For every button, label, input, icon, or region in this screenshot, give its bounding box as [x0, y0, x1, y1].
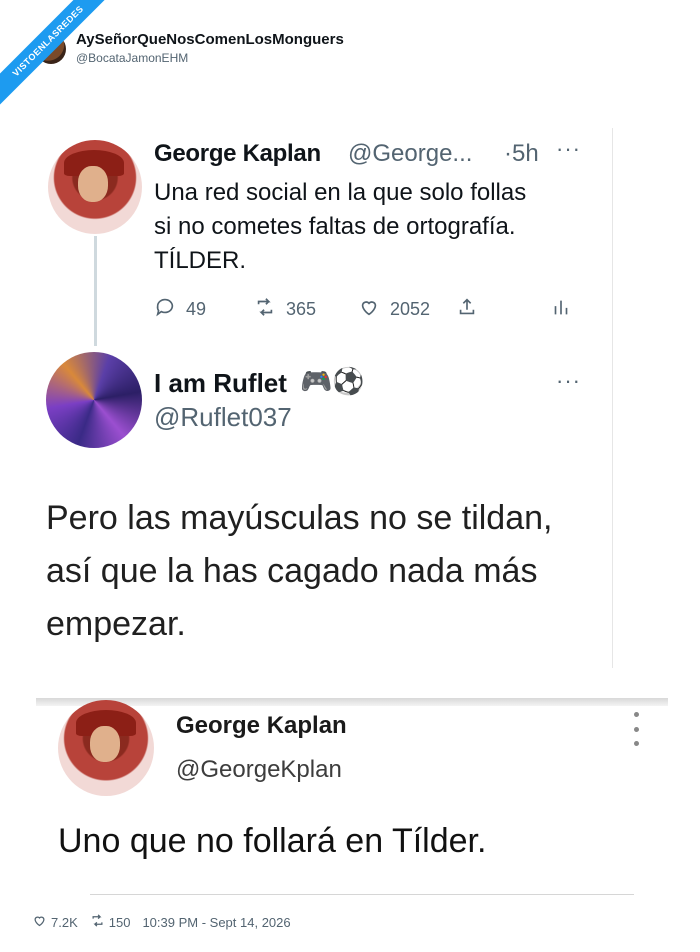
george-kaplan-avatar — [58, 700, 154, 796]
avatar-face — [90, 726, 120, 762]
tweet3-text: Uno que no follará en Tílder. — [58, 822, 487, 860]
reply-count: 49 — [186, 299, 207, 319]
retweet-count: 365 — [286, 299, 317, 319]
tweet1-handle: @George... — [348, 140, 473, 167]
tweet2-emoji: 🎮⚽ — [300, 366, 365, 396]
tweet1-name: George Kaplan — [154, 140, 321, 167]
like-icon — [32, 913, 47, 931]
tweet1-time: ·5h — [504, 140, 539, 167]
tweet2-name: I am Ruflet — [154, 368, 287, 398]
footer-retweet-count: 150 — [108, 914, 131, 930]
retweet-action: 365 — [254, 296, 316, 323]
more-icon — [626, 712, 646, 746]
reply-icon — [154, 296, 176, 323]
ribbon-label: VISTOENLASREDES — [0, 0, 110, 110]
post-timestamp[interactable]: 10:39 PM - Sept 14, 2026 — [142, 915, 290, 930]
divider — [90, 894, 634, 895]
george-kaplan-avatar — [48, 140, 142, 234]
screenshot-divider — [36, 698, 668, 706]
like-icon — [358, 296, 380, 323]
footer-like-button[interactable]: 7.2K — [32, 913, 78, 931]
footer-retweet-button[interactable]: 150 — [90, 913, 131, 931]
post-footer: 7.2K 150 10:39 PM - Sept 14, 2026 — [32, 913, 291, 931]
avatar-face — [78, 166, 108, 202]
tweet3-name: George Kaplan — [176, 712, 347, 739]
thread-connector — [94, 236, 97, 346]
analytics-icon — [550, 296, 572, 323]
tweet2-handle: @Ruflet037 — [154, 402, 292, 432]
retweet-icon — [254, 296, 276, 323]
more-icon: ··· — [556, 368, 581, 393]
footer-like-count: 7.2K — [51, 914, 78, 930]
reply-action: 49 — [154, 296, 206, 323]
retweet-icon — [90, 913, 105, 931]
tweet1-actions: 49 365 2052 — [154, 296, 584, 326]
tweet2-text: Pero las mayúsculas no se tildan, así qu… — [46, 499, 553, 643]
like-count: 2052 — [390, 299, 431, 319]
tweet3-handle: @GeorgeKplan — [176, 756, 342, 783]
share-icon — [456, 296, 478, 323]
share-action — [456, 296, 478, 323]
corner-ribbon: VISTOENLASREDES — [0, 0, 110, 110]
tweet1-text: Una red social en la que solo follas si … — [154, 179, 527, 274]
like-action: 2052 — [358, 296, 430, 323]
more-icon: ··· — [556, 136, 581, 161]
author-name[interactable]: AySeñorQueNosComenLosMonguers — [76, 31, 344, 48]
ruflet-avatar — [46, 352, 142, 448]
analytics-action — [550, 296, 572, 323]
